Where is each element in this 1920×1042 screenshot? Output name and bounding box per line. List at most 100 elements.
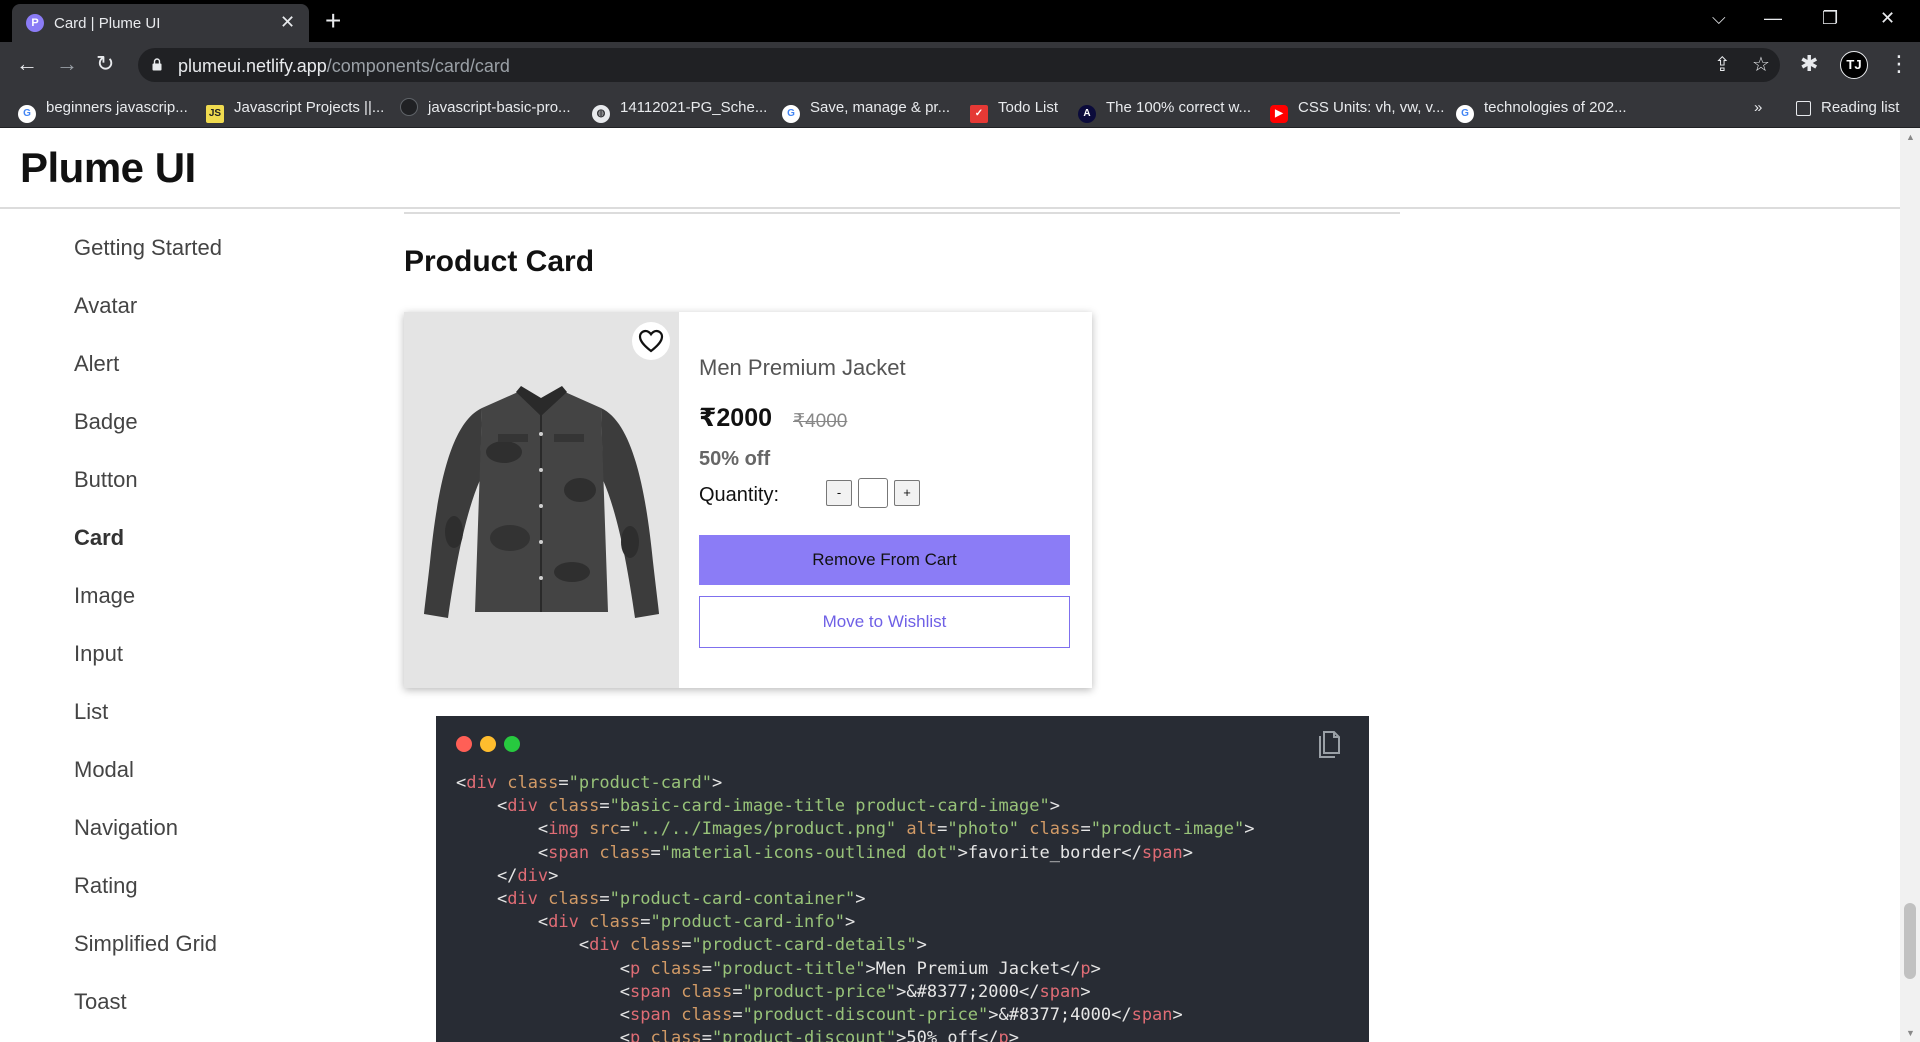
bookmark-item[interactable]: javascript-basic-pro... — [400, 96, 571, 120]
code-token: "product-card-details" — [691, 935, 917, 956]
sidebar-item-input[interactable]: Input — [74, 641, 123, 667]
new-tab-button[interactable]: + — [325, 5, 341, 37]
scroll-up-arrow-icon[interactable]: ▲ — [1906, 132, 1915, 142]
product-card: Men Premium Jacket ₹2000 ₹4000 50% off Q… — [404, 312, 1092, 688]
reading-list-button[interactable]: Reading list — [1796, 96, 1899, 120]
bookmark-item[interactable]: Gtechnologies of 202... — [1456, 96, 1627, 123]
code-token: < — [456, 773, 467, 793]
scroll-down-arrow-icon[interactable]: ▼ — [1906, 1028, 1915, 1038]
browser-menu-icon[interactable]: ⋮ — [1888, 50, 1910, 78]
quantity-decrement-button[interactable]: - — [826, 480, 852, 506]
code-token: "product-card" — [568, 773, 712, 793]
tab-close-icon[interactable]: ✕ — [280, 12, 295, 32]
window-maximize-dot-icon — [504, 736, 520, 752]
back-arrow-icon[interactable]: ← — [16, 50, 38, 78]
sidebar-item-badge[interactable]: Badge — [74, 409, 138, 435]
remove-from-cart-button[interactable]: Remove From Cart — [699, 535, 1070, 585]
bookmark-item[interactable]: G Save, manage & pr... — [782, 96, 951, 123]
tab-search-dropdown-icon[interactable]: ⌵ — [1712, 6, 1726, 30]
share-icon[interactable]: ⇪ — [1714, 53, 1731, 77]
address-bar[interactable]: plumeui.netlify.app/components/card/card… — [138, 48, 1780, 82]
restore-button[interactable]: ❐ — [1822, 6, 1838, 30]
bookmark-label: javascript-basic-pro... — [428, 99, 571, 116]
minimize-button[interactable]: — — [1764, 6, 1782, 30]
bookmark-item[interactable]: ✓ Todo List — [970, 96, 1059, 123]
bookmark-label: Todo List — [998, 99, 1059, 116]
code-token: > — [1090, 958, 1101, 979]
copy-icon[interactable] — [1316, 730, 1342, 760]
bookmarks-overflow-button[interactable]: » — [1754, 96, 1762, 120]
reading-list-label: Reading list — [1821, 99, 1900, 116]
bookmark-item[interactable]: Gbeginners javascrip... — [18, 96, 188, 123]
bookmark-label: The 100% correct w... — [1106, 99, 1252, 116]
code-token: = — [937, 819, 948, 840]
heart-outline-icon — [638, 329, 664, 353]
code-token: class — [681, 1005, 733, 1026]
sidebar-item-navigation[interactable]: Navigation — [74, 815, 178, 841]
site-logo[interactable]: Plume UI — [20, 144, 196, 192]
bookmark-label: beginners javascrip... — [46, 99, 188, 116]
code-token: > — [711, 773, 723, 793]
site-header: Plume UI — [0, 128, 1900, 209]
code-line: </div> — [456, 865, 1255, 888]
move-to-wishlist-button[interactable]: Move to Wishlist — [699, 596, 1070, 648]
sidebar-item-modal[interactable]: Modal — [74, 757, 134, 783]
forward-arrow-icon[interactable]: → — [56, 50, 78, 78]
jacket-image-icon — [424, 386, 659, 618]
bookmark-label: Save, manage & pr... — [810, 99, 951, 116]
js-icon: JS — [206, 105, 224, 123]
browser-tab[interactable]: P Card | Plume UI ✕ — [12, 4, 309, 42]
code-token: = — [732, 1005, 743, 1026]
bookmark-item[interactable]: ▶ CSS Units: vh, vw, v... — [1270, 96, 1444, 123]
favorite-button[interactable] — [632, 322, 670, 360]
code-token: = — [599, 889, 610, 910]
quantity-increment-button[interactable]: + — [894, 480, 920, 506]
sidebar-item-button[interactable]: Button — [74, 467, 138, 493]
code-token: = — [1080, 819, 1091, 840]
reload-icon[interactable]: ↻ — [96, 50, 114, 78]
extensions-puzzle-icon[interactable]: ✱ — [1800, 50, 1818, 78]
profile-avatar[interactable]: TJ — [1840, 51, 1868, 79]
sidebar-item-rating[interactable]: Rating — [74, 873, 138, 899]
bookmark-item[interactable]: A The 100% correct w... — [1078, 96, 1252, 123]
sidebar-item-getting-started[interactable]: Getting Started — [74, 235, 222, 261]
code-token: > — [855, 889, 866, 910]
code-token: < — [456, 935, 590, 956]
code-token: </ — [456, 865, 518, 886]
sidebar-item-alert[interactable]: Alert — [74, 351, 119, 377]
code-line: <div class="product-card-info"> — [456, 911, 1255, 934]
quantity-input[interactable] — [858, 478, 888, 508]
bookmark-item[interactable]: JS Javascript Projects ||... — [206, 96, 384, 123]
code-token: class — [548, 889, 600, 910]
code-token: > — [1244, 819, 1255, 840]
bookmark-item[interactable]: ◍ 14112021-PG_Sche... — [592, 96, 767, 123]
code-token: "product-discount-price" — [742, 1005, 989, 1026]
sidebar-item-card[interactable]: Card — [74, 525, 124, 551]
code-token: > — [1049, 796, 1060, 817]
sidebar-item-simplified-grid[interactable]: Simplified Grid — [74, 931, 217, 957]
section-title: Product Card — [404, 245, 595, 278]
sidebar-item-list[interactable]: List — [74, 699, 108, 725]
web-page: Plume UI Getting Started Avatar Alert Ba… — [0, 128, 1920, 1042]
code-token: > — [1008, 1028, 1020, 1042]
url-path: /components/card/card — [326, 56, 510, 76]
product-card-info: Men Premium Jacket ₹2000 ₹4000 50% off Q… — [699, 312, 1074, 688]
page-scrollbar[interactable]: ▲ ▼ — [1900, 128, 1920, 1042]
close-window-button[interactable]: ✕ — [1880, 6, 1895, 30]
code-token: class — [1029, 819, 1081, 840]
bookmark-star-icon[interactable]: ☆ — [1752, 53, 1770, 77]
sidebar-item-avatar[interactable]: Avatar — [74, 293, 137, 319]
sidebar-item-image[interactable]: Image — [74, 583, 135, 609]
sidebar-item-toast[interactable]: Toast — [74, 989, 127, 1015]
code-token: < — [456, 912, 549, 933]
code-token: span — [1039, 981, 1081, 1002]
code-token: p — [1080, 958, 1091, 979]
youtube-icon: ▶ — [1270, 105, 1288, 123]
quantity-label: Quantity: — [699, 484, 780, 506]
code-token: > — [845, 912, 856, 933]
scrollbar-thumb[interactable] — [1904, 903, 1916, 979]
